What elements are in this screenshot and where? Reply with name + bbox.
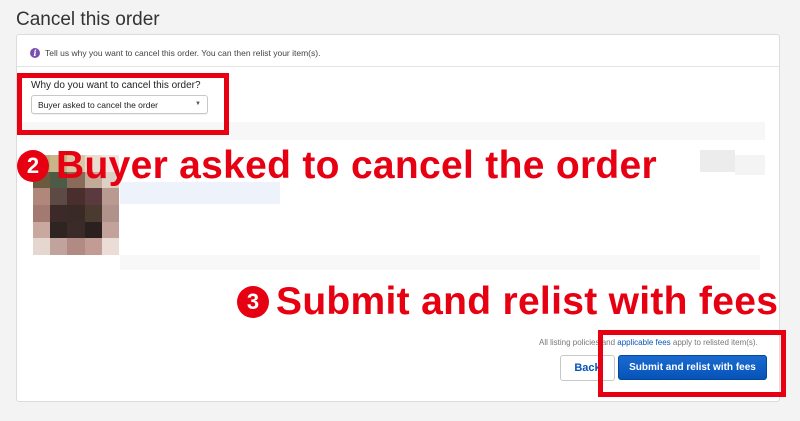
step-3-badge: 3 — [237, 286, 269, 318]
submit-highlight-box — [598, 330, 786, 397]
info-text: Tell us why you want to cancel this orde… — [45, 48, 321, 58]
reason-highlight-box — [17, 73, 229, 135]
blurred-area — [120, 255, 760, 270]
step-2-text: Buyer asked to cancel the order — [56, 144, 658, 187]
info-message: i Tell us why you want to cancel this or… — [30, 45, 320, 61]
page-title: Cancel this order — [16, 9, 160, 30]
step-3-text: Submit and relist with fees — [276, 280, 779, 323]
blurred-area — [735, 155, 765, 175]
info-icon: i — [30, 48, 40, 58]
blurred-area — [700, 150, 735, 172]
step-2-badge: 2 — [17, 150, 49, 182]
divider — [17, 66, 779, 67]
